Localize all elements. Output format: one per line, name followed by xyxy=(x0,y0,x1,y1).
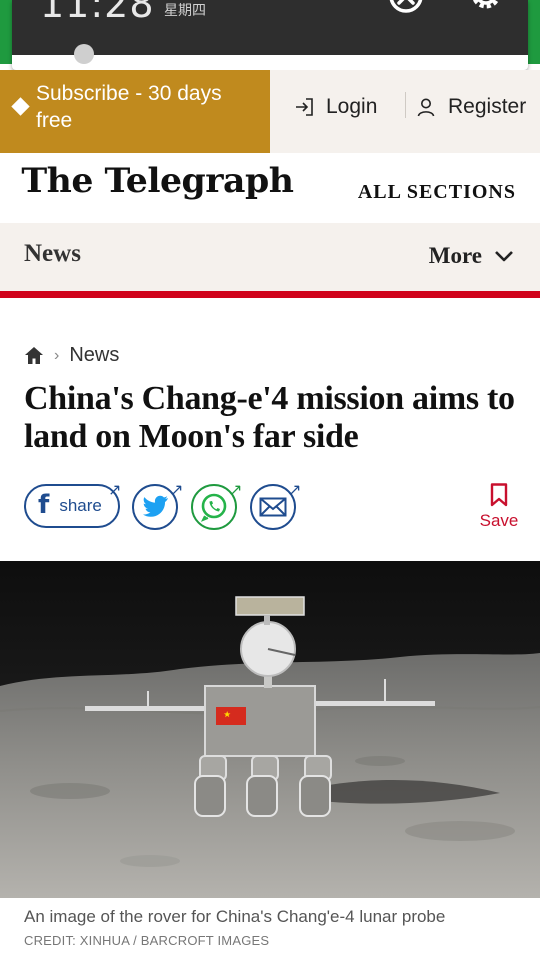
facebook-icon: f xyxy=(38,490,50,520)
email-share-button[interactable]: ↗ xyxy=(250,482,301,530)
share-label: share xyxy=(59,496,102,515)
external-arrow-icon: ↗ xyxy=(108,482,122,499)
facebook-share-button[interactable]: f share ↗ xyxy=(24,482,121,528)
subscribe-banner[interactable]: Subscribe - 30 days free xyxy=(0,70,270,153)
external-arrow-icon: ↗ xyxy=(229,482,243,499)
breadcrumb-separator: › xyxy=(54,346,60,364)
section-divider xyxy=(0,291,540,298)
login-arrow-icon xyxy=(296,98,313,116)
whatsapp-icon xyxy=(200,493,227,522)
section-title[interactable]: News xyxy=(24,240,81,268)
chevron-down-icon xyxy=(495,251,513,262)
all-sections-button[interactable]: ALL SECTIONS xyxy=(358,181,516,204)
external-arrow-icon: ↗ xyxy=(170,482,184,499)
gear-icon[interactable] xyxy=(468,0,504,18)
bookmark-icon xyxy=(490,483,508,507)
close-circle-icon[interactable] xyxy=(388,0,424,18)
breadcrumb-item[interactable]: News xyxy=(69,344,119,367)
account-bar: Login Register xyxy=(270,70,540,153)
section-nav: News More xyxy=(0,223,540,291)
more-button[interactable]: More xyxy=(429,243,514,269)
notification-day: 星期四 xyxy=(164,3,206,19)
telegraph-logo[interactable]: The Telegraph xyxy=(21,161,294,201)
register-button[interactable]: Register xyxy=(416,95,526,119)
article-lead-image[interactable] xyxy=(0,561,540,898)
twitter-icon xyxy=(143,495,168,517)
external-arrow-icon: ↗ xyxy=(288,482,302,499)
notification-handle xyxy=(74,44,94,64)
register-label: Register xyxy=(448,95,527,118)
masthead: The Telegraph ALL SECTIONS xyxy=(0,153,540,223)
diamond-icon xyxy=(11,97,30,116)
whatsapp-share-button[interactable]: ↗ xyxy=(191,482,242,530)
user-icon xyxy=(417,98,435,117)
home-icon[interactable] xyxy=(24,346,44,365)
share-bar: f share ↗ ↗ ↗ ↗ xyxy=(24,481,524,531)
notification-time: 11:28 xyxy=(40,0,155,26)
image-caption: An image of the rover for China's Chang'… xyxy=(24,907,446,926)
subscribe-label: Subscribe - 30 days free xyxy=(36,82,222,132)
login-button[interactable]: Login xyxy=(294,95,377,119)
login-label: Login xyxy=(326,95,378,118)
image-credit: CREDIT: XINHUA / BARCROFT IMAGES xyxy=(24,933,270,948)
more-label: More xyxy=(428,243,482,268)
article-headline: China's Chang-e'4 mission aims to land o… xyxy=(24,380,515,455)
save-button[interactable]: Save xyxy=(478,483,520,531)
email-icon xyxy=(259,497,287,517)
account-divider xyxy=(405,92,406,118)
rover-illustration xyxy=(0,561,540,898)
save-label: Save xyxy=(479,511,519,530)
notification-shade[interactable]: 11:28 星期四 xyxy=(12,0,528,70)
breadcrumb: › News xyxy=(24,344,119,367)
twitter-share-button[interactable]: ↗ xyxy=(132,482,183,530)
